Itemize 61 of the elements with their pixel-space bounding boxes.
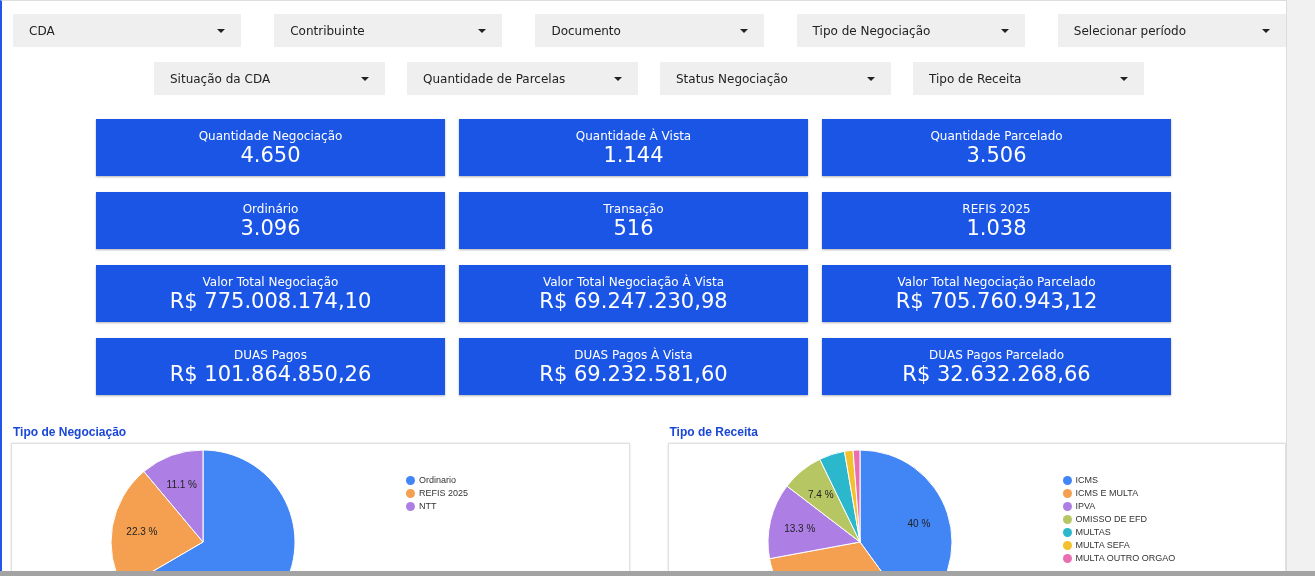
legend-label: MULTA SEFA [1075, 539, 1130, 551]
slice-label: 22.3 % [126, 526, 158, 538]
slice-label: 40 % [907, 517, 930, 529]
caret-icon [361, 76, 369, 81]
filter-dropdown[interactable]: Tipo de Negociação [796, 14, 1025, 47]
legend-label: MULTAS [1075, 526, 1111, 538]
legend-label: ICMS E MULTA [1075, 487, 1139, 499]
kpi-value: R$ 32.632.268,66 [902, 361, 1091, 386]
filter-dropdown[interactable]: Documento [535, 14, 764, 47]
filter-dropdown[interactable]: Status Negociação [660, 62, 891, 95]
kpi-value: R$ 69.247.230,98 [539, 288, 728, 313]
filter-dropdown[interactable]: Selecionar período [1057, 14, 1286, 47]
filter-dropdown[interactable]: Quantidade de Parcelas [407, 62, 638, 95]
kpi-value: 4.650 [240, 142, 301, 167]
kpi-label: DUAS Pagos [234, 347, 307, 362]
legend-label: IPVA [1075, 500, 1096, 512]
slice-label: 13.3 % [783, 522, 815, 534]
kpi-label: DUAS Pagos À Vista [574, 347, 693, 362]
caret-icon [614, 76, 622, 81]
kpi-value: 3.506 [966, 142, 1027, 167]
kpi-value: 3.096 [240, 215, 301, 240]
caret-icon [739, 28, 748, 33]
legend-label: OMISSO DE EFD [1075, 513, 1147, 525]
kpi-label: Valor Total Negociação Parcelado [897, 274, 1096, 289]
legend-label: REFIS 2025 [419, 487, 469, 499]
filter-dropdown[interactable]: Situação da CDA [154, 62, 385, 95]
filter-dropdown[interactable]: Tipo de Receita [913, 62, 1144, 95]
legend-label: ICMS [1075, 474, 1098, 486]
chart-title: Tipo de Negociação [12, 425, 128, 439]
kpi-label: Valor Total Negociação À Vista [542, 274, 725, 289]
filter-dropdown[interactable]: Contribuinte [274, 14, 503, 47]
scrollbar[interactable] [0, 571, 1315, 576]
legend-label: MULTA OUTRO ORGAO [1075, 552, 1176, 564]
scrollbar[interactable] [1287, 0, 1315, 571]
kpi-value: 516 [613, 215, 654, 240]
legend-label: Ordinario [419, 474, 456, 486]
caret-icon [478, 28, 487, 33]
kpi-label: REFIS 2025 [962, 201, 1031, 216]
caret-icon [1120, 76, 1128, 81]
kpi-value: R$ 101.864.850,26 [169, 361, 372, 386]
kpi-label: Quantidade À Vista [575, 128, 692, 143]
caret-icon [217, 28, 226, 33]
legend-label: NTT [419, 500, 437, 512]
kpi-label: Valor Total Negociação [202, 274, 339, 289]
kpi-value: R$ 705.760.943,12 [895, 288, 1098, 313]
kpi-label: Quantidade Parcelado [930, 128, 1063, 143]
slice-label: 11.1 % [166, 478, 197, 490]
kpi-label: DUAS Pagos Parcelado [928, 347, 1065, 362]
kpi-label: Quantidade Negociação [198, 128, 343, 143]
chart-title: Tipo de Receita [668, 425, 759, 439]
caret-icon [867, 76, 875, 81]
caret-icon [1262, 28, 1270, 33]
kpi-value: R$ 69.232.581,60 [539, 361, 728, 386]
kpi-label: Ordinário [242, 201, 299, 216]
kpi-value: R$ 775.008.174,10 [169, 288, 372, 313]
kpi-value: 1.144 [603, 142, 664, 167]
filter-dropdown[interactable]: CDA [13, 14, 242, 47]
slice-label: 7.4 % [807, 489, 834, 500]
kpi-value: 1.038 [966, 215, 1027, 240]
kpi-label: Transação [603, 201, 664, 216]
caret-icon [1000, 28, 1009, 33]
